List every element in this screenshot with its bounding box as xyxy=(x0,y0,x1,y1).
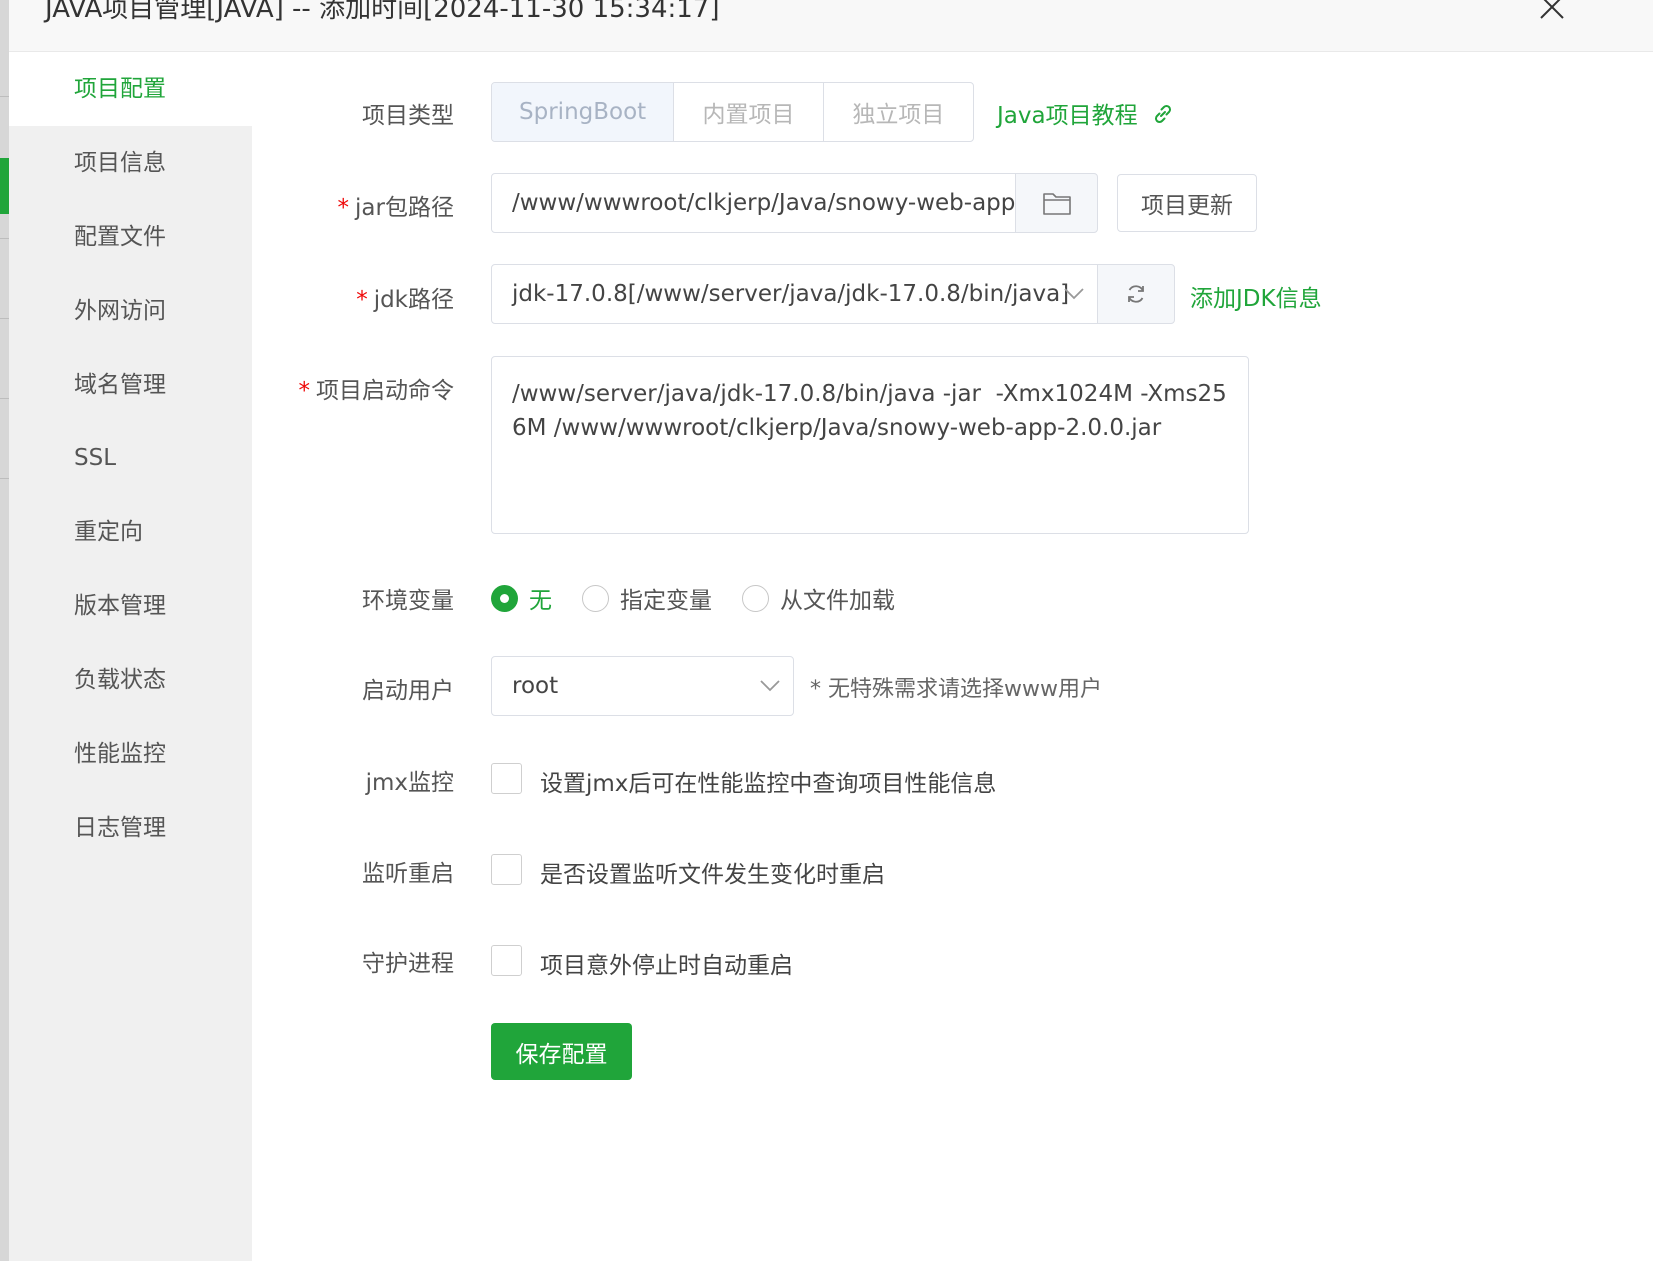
watch-restart-description: 是否设置监听文件发生变化时重启 xyxy=(540,862,885,888)
run-user-value: root xyxy=(512,673,559,699)
radio-unchecked-icon xyxy=(742,584,769,612)
jdk-path-label-text: jdk路径 xyxy=(373,287,454,313)
jmx-label: jmx监控 xyxy=(365,770,454,796)
run-user-note: * 无特殊需求请选择www用户 xyxy=(810,677,1102,702)
dialog-title-bar: JAVA项目管理[JAVA] -- 添加时间[2024-11-30 15:34:… xyxy=(9,0,1653,52)
chevron-down-icon xyxy=(1064,288,1084,300)
env-var-option-file-label: 从文件加载 xyxy=(780,588,895,614)
project-type-springboot[interactable]: SpringBoot xyxy=(492,83,675,141)
jdk-path-value: jdk-17.0.8[/www/server/java/jdk-17.0.8/b… xyxy=(512,281,1070,307)
start-command-label-text: 项目启动命令 xyxy=(316,378,454,404)
watch-restart-checkbox[interactable] xyxy=(491,854,522,885)
external-link-icon xyxy=(1154,104,1171,124)
chevron-down-icon xyxy=(760,680,780,692)
env-var-option-none-label: 无 xyxy=(529,588,552,614)
project-update-button[interactable]: 项目更新 xyxy=(1117,174,1257,232)
background-divider xyxy=(0,398,9,399)
daemon-label: 守护进程 xyxy=(362,951,454,977)
required-mark: * xyxy=(356,287,368,313)
background-divider xyxy=(0,318,9,319)
background-divider xyxy=(0,238,9,239)
project-type-label: 项目类型 xyxy=(362,103,454,129)
jar-path-input[interactable]: /www/wwwroot/clkjerp/Java/snowy-web-app-… xyxy=(491,173,1016,233)
jar-path-label-text: jar包路径 xyxy=(355,195,454,221)
daemon-description: 项目意外停止时自动重启 xyxy=(540,953,793,979)
java-tutorial-label: Java项目教程 xyxy=(997,103,1138,129)
jar-path-label: * jar包路径 xyxy=(214,188,454,222)
dialog-title: JAVA项目管理[JAVA] -- 添加时间[2024-11-30 15:34:… xyxy=(45,0,720,24)
background-page-edge xyxy=(0,0,9,1261)
background-green-marker xyxy=(0,158,9,214)
env-var-option-none[interactable]: 无 xyxy=(491,581,552,615)
radio-checked-icon xyxy=(491,584,518,612)
project-type-selector: SpringBoot 内置项目 独立项目 xyxy=(491,82,974,142)
project-type-builtin[interactable]: 内置项目 xyxy=(674,83,824,141)
jdk-path-label: * jdk路径 xyxy=(214,280,454,314)
save-config-button[interactable]: 保存配置 xyxy=(491,1023,632,1080)
close-button[interactable] xyxy=(1537,0,1567,22)
env-var-radio-group: 无 指定变量 从文件加载 xyxy=(491,578,925,618)
env-var-option-specify[interactable]: 指定变量 xyxy=(582,581,712,615)
java-tutorial-link[interactable]: Java项目教程 xyxy=(997,96,1175,130)
background-divider xyxy=(0,478,9,479)
env-var-option-specify-label: 指定变量 xyxy=(620,588,712,614)
run-user-select[interactable]: root xyxy=(491,656,794,716)
refresh-icon xyxy=(1128,285,1144,303)
daemon-checkbox[interactable] xyxy=(491,945,522,976)
start-command-textarea[interactable]: /www/server/java/jdk-17.0.8/bin/java -ja… xyxy=(491,356,1249,534)
jmx-checkbox[interactable] xyxy=(491,763,522,794)
close-icon xyxy=(1540,0,1564,19)
radio-unchecked-icon xyxy=(582,584,609,612)
start-command-label: * 项目启动命令 xyxy=(214,371,455,405)
watch-restart-label: 监听重启 xyxy=(362,861,454,887)
menu-item-ssl[interactable]: SSL xyxy=(9,421,252,495)
folder-icon xyxy=(1042,193,1071,215)
jar-path-browse-button[interactable] xyxy=(1015,173,1098,233)
side-menu: 项目配置 项目信息 配置文件 外网访问 域名管理 SSL 重定向 版本管理 负载… xyxy=(9,52,252,1261)
jdk-refresh-button[interactable] xyxy=(1097,264,1175,324)
required-mark: * xyxy=(298,378,311,404)
env-var-option-file[interactable]: 从文件加载 xyxy=(742,581,895,615)
jmx-description: 设置jmx后可在性能监控中查询项目性能信息 xyxy=(540,771,997,797)
jdk-path-select[interactable]: jdk-17.0.8[/www/server/java/jdk-17.0.8/b… xyxy=(491,264,1098,324)
menu-item-redirect[interactable]: 重定向 xyxy=(9,495,252,569)
required-mark: * xyxy=(337,195,350,221)
project-config-dialog: JAVA项目管理[JAVA] -- 添加时间[2024-11-30 15:34:… xyxy=(9,0,1653,1261)
env-var-label: 环境变量 xyxy=(362,588,454,614)
project-type-standalone[interactable]: 独立项目 xyxy=(824,83,973,141)
run-user-label: 启动用户 xyxy=(362,678,454,704)
background-divider xyxy=(0,96,9,97)
add-jdk-link[interactable]: 添加JDK信息 xyxy=(1190,279,1322,313)
